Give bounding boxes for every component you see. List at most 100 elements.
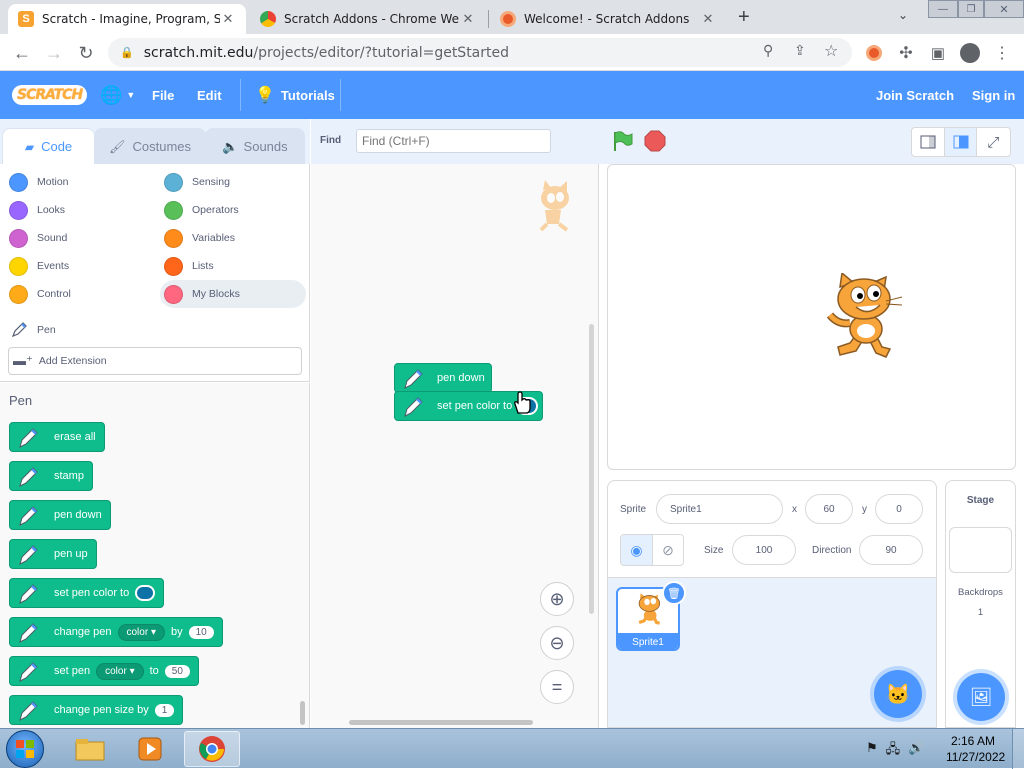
- url-path: /projects/editor/?tutorial=getStarted: [253, 44, 510, 61]
- palette-scrollbar[interactable]: [300, 701, 305, 725]
- action-center-icon[interactable]: ⚑: [866, 740, 878, 762]
- stage-canvas[interactable]: [607, 164, 1016, 470]
- scratch-addons-extension-icon[interactable]: [862, 41, 886, 65]
- category-motion[interactable]: Motion: [9, 169, 69, 195]
- new-tab-icon[interactable]: +: [738, 6, 750, 29]
- profile-avatar-icon[interactable]: [958, 41, 982, 65]
- x-input[interactable]: 60: [805, 494, 853, 524]
- block-erase-all[interactable]: erase all: [9, 422, 105, 452]
- green-flag-icon[interactable]: [611, 130, 633, 152]
- workspace-block-pen-down[interactable]: pen down: [394, 363, 492, 393]
- close-window-icon[interactable]: ✕: [984, 0, 1024, 18]
- minimize-icon[interactable]: —: [928, 0, 958, 18]
- find-input[interactable]: [356, 129, 551, 153]
- show-eye-icon[interactable]: ◉: [621, 535, 652, 565]
- block-pen-up[interactable]: pen up: [9, 539, 97, 569]
- direction-input[interactable]: 90: [859, 535, 923, 565]
- browser-menu-icon[interactable]: ⋮: [990, 41, 1014, 65]
- block-change-pen-by[interactable]: change pen color ▾ by 10: [9, 617, 223, 647]
- category-pen[interactable]: Pen: [9, 317, 56, 343]
- zoom-out-button[interactable]: ⊖: [540, 626, 574, 660]
- zoom-in-button[interactable]: ⊕: [540, 582, 574, 616]
- join-scratch-link[interactable]: Join Scratch: [876, 71, 954, 119]
- tutorials-button[interactable]: 💡 Tutorials: [255, 71, 335, 119]
- stage-target-pane[interactable]: Stage Backdrops 1 🖼: [945, 480, 1016, 728]
- back-arrow-icon[interactable]: ←: [10, 41, 34, 65]
- extensions-puzzle-icon[interactable]: ✣: [894, 41, 918, 65]
- number-input[interactable]: 50: [164, 664, 190, 678]
- sign-in-link[interactable]: Sign in: [972, 71, 1015, 119]
- file-menu[interactable]: File: [152, 71, 174, 119]
- scratch-cat-sprite[interactable]: [820, 273, 906, 363]
- clock-date: 11/27/2022: [946, 750, 1006, 764]
- forward-arrow-icon[interactable]: →: [42, 41, 66, 65]
- category-looks[interactable]: Looks: [9, 197, 65, 223]
- normal-stage-icon[interactable]: [945, 128, 977, 156]
- browser-tab-scratch[interactable]: S Scratch - Imagine, Program, Sha ✕: [8, 4, 246, 34]
- start-button[interactable]: [6, 730, 44, 768]
- fullscreen-icon[interactable]: ⤢: [977, 128, 1010, 156]
- address-bar[interactable]: 🔒 scratch.mit.edu/projects/editor/?tutor…: [108, 38, 852, 67]
- browser-tab-addons-store[interactable]: Scratch Addons - Chrome Web S ✕: [250, 4, 486, 34]
- category-operators[interactable]: Operators: [164, 197, 239, 223]
- param-dropdown[interactable]: color ▾: [117, 623, 165, 641]
- choose-backdrop-button[interactable]: 🖼: [957, 673, 1005, 721]
- block-pen-down[interactable]: pen down: [9, 500, 111, 530]
- category-sound[interactable]: Sound: [9, 225, 67, 251]
- tab-search-chevron-icon[interactable]: ⌄: [898, 8, 908, 22]
- block-set-pen-to[interactable]: set pen color ▾ to 50: [9, 656, 199, 686]
- number-input[interactable]: 1: [154, 703, 175, 717]
- category-sensing[interactable]: Sensing: [164, 169, 230, 195]
- block-stamp[interactable]: stamp: [9, 461, 93, 491]
- y-input[interactable]: 0: [875, 494, 923, 524]
- volume-icon[interactable]: 🔊: [908, 740, 924, 762]
- side-panel-icon[interactable]: ▣: [926, 41, 950, 65]
- delete-sprite-icon[interactable]: 🗑: [662, 581, 686, 605]
- block-set-pen-color[interactable]: set pen color to: [9, 578, 165, 608]
- close-tab-icon[interactable]: ✕: [460, 11, 476, 27]
- add-extension-button[interactable]: ▬⁺ Add Extension: [8, 347, 302, 375]
- tab-sounds[interactable]: 🔈 Sounds: [205, 128, 305, 164]
- tab-costumes[interactable]: 🖌 Costumes: [94, 128, 206, 164]
- workspace-v-scrollbar[interactable]: [589, 324, 594, 614]
- restore-icon[interactable]: ❐: [958, 0, 984, 18]
- close-tab-icon[interactable]: ✕: [220, 11, 236, 27]
- pen-icon: [16, 543, 40, 567]
- number-input[interactable]: 10: [188, 625, 214, 639]
- backdrop-thumbnail[interactable]: [949, 527, 1012, 573]
- close-tab-icon[interactable]: ✕: [700, 11, 716, 27]
- param-dropdown[interactable]: color ▾: [96, 662, 144, 680]
- size-input[interactable]: 100: [732, 535, 796, 565]
- clock-time: 2:16 AM: [950, 734, 996, 748]
- clock[interactable]: 2:16 AM 11/27/2022: [946, 733, 1006, 765]
- edit-menu[interactable]: Edit: [197, 71, 222, 119]
- tab-code[interactable]: ▰ Code: [2, 128, 95, 164]
- browser-tab-welcome[interactable]: Welcome! - Scratch Addons ✕: [490, 4, 726, 34]
- network-icon[interactable]: 🖧: [886, 740, 901, 762]
- category-lists[interactable]: Lists: [164, 253, 214, 279]
- category-control[interactable]: Control: [9, 281, 71, 307]
- share-icon[interactable]: ⇪: [794, 43, 806, 59]
- scratch-logo[interactable]: SCRATCH: [12, 71, 88, 119]
- zoom-search-icon[interactable]: ⚲: [763, 43, 773, 59]
- zoom-reset-button[interactable]: =: [540, 670, 574, 704]
- category-events[interactable]: Events: [9, 253, 69, 279]
- workspace-h-scrollbar[interactable]: [349, 720, 533, 725]
- choose-sprite-button[interactable]: 🐱: [874, 670, 922, 718]
- category-my-blocks[interactable]: My Blocks: [160, 280, 306, 308]
- hide-eye-icon[interactable]: ⊘: [651, 535, 683, 565]
- color-swatch[interactable]: [135, 585, 156, 601]
- block-change-pen-size[interactable]: change pen size by 1: [9, 695, 184, 725]
- stop-icon[interactable]: [644, 130, 666, 152]
- bookmark-star-icon[interactable]: ☆: [824, 41, 838, 60]
- small-stage-icon[interactable]: [912, 128, 946, 156]
- language-globe-icon[interactable]: 🌐 ▼: [100, 71, 135, 119]
- chrome-taskbar-icon[interactable]: [184, 731, 240, 767]
- media-player-icon[interactable]: [122, 731, 178, 767]
- code-workspace[interactable]: pen down set pen color to ⊕ ⊖ =: [311, 164, 599, 728]
- reload-icon[interactable]: ↻: [74, 41, 98, 65]
- file-explorer-icon[interactable]: [62, 731, 118, 767]
- sprite-name-input[interactable]: Sprite1: [656, 494, 783, 524]
- show-desktop-button[interactable]: [1012, 729, 1024, 769]
- category-variables[interactable]: Variables: [164, 225, 235, 251]
